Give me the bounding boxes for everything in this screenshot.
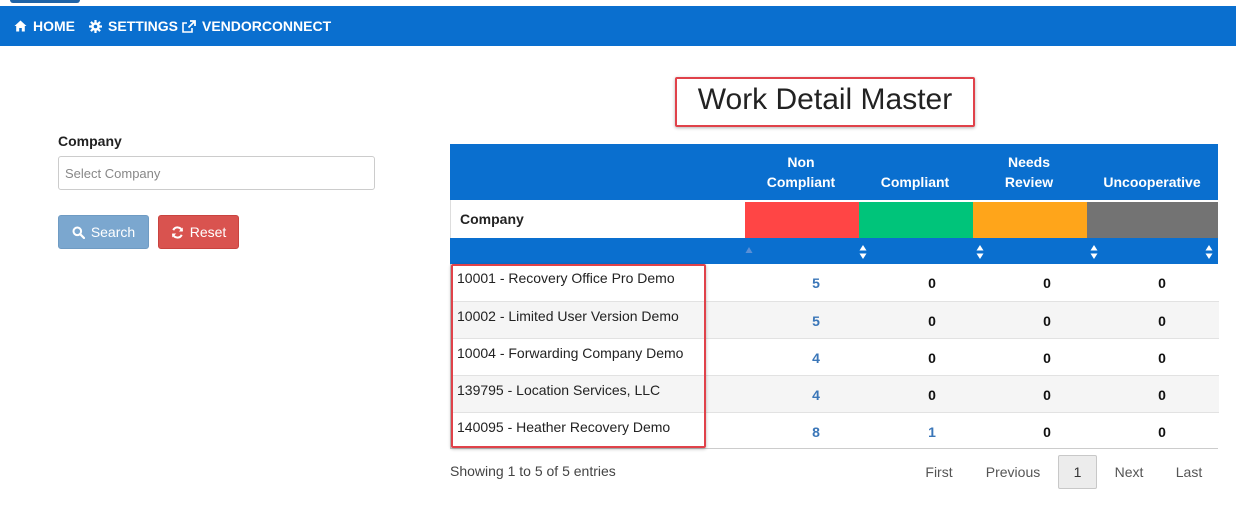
non-compliant-count-link[interactable]: 8 (776, 413, 856, 450)
search-icon (72, 226, 85, 239)
company-select-input[interactable] (58, 156, 375, 190)
compliant-count: 0 (928, 312, 936, 329)
non-compliant-count-link[interactable]: 5 (776, 264, 856, 301)
nav-home-label: HOME (33, 18, 75, 34)
needs-review-count: 0 (1043, 274, 1051, 291)
pagination-last[interactable]: Last (1167, 455, 1211, 489)
table-header: Non Compliant Compliant Needs Review Uncoo… (450, 144, 1218, 200)
col-header-compliant[interactable]: Compliant (858, 144, 972, 200)
compliant-count: 0 (928, 349, 936, 366)
uncooperative-swatch (1087, 202, 1218, 238)
pagination-next[interactable]: Next (1106, 455, 1152, 489)
needs-review-count: 0 (1043, 312, 1051, 329)
sort-asc-icon[interactable] (745, 242, 753, 258)
col-header-non-compliant[interactable]: Non Compliant (744, 144, 858, 200)
uncooperative-count: 0 (1158, 349, 1166, 366)
compliant-header-label: Compliant (880, 174, 950, 190)
status-color-row: Company (450, 200, 1218, 238)
needs-review-line1: Needs (1007, 154, 1051, 170)
external-link-icon (182, 19, 196, 33)
needs-review-count: 0 (1043, 423, 1051, 440)
company-column-header[interactable]: Company (460, 200, 524, 238)
nav-settings[interactable]: SETTINGS (89, 6, 178, 46)
non-compliant-line2: Compliant (766, 174, 836, 190)
home-icon (14, 20, 27, 32)
title-highlight-box (675, 77, 975, 127)
uncooperative-count: 0 (1158, 274, 1166, 291)
needs-review-swatch (973, 202, 1087, 238)
reset-button[interactable]: Reset (158, 215, 239, 249)
pagination-current-page[interactable]: 1 (1058, 455, 1097, 489)
compliant-count: 0 (928, 386, 936, 403)
col-header-uncooperative[interactable]: Uncooperative (1086, 144, 1218, 200)
table-info-text: Showing 1 to 5 of 5 entries (450, 463, 616, 479)
non-compliant-line1: Non (787, 154, 815, 170)
compliant-count-link[interactable]: 1 (892, 413, 972, 450)
nav-vendorconnect-label: VENDORCONNECT (202, 18, 332, 34)
top-tab-marker (10, 0, 80, 3)
search-button-label: Search (90, 224, 136, 240)
pagination-previous[interactable]: Previous (978, 455, 1048, 489)
compliant-count: 0 (928, 274, 936, 291)
pagination-first[interactable]: First (915, 455, 963, 489)
uncooperative-header-label: Uncooperative (1103, 174, 1201, 190)
gear-icon (89, 19, 102, 33)
sort-both-icon[interactable] (859, 244, 867, 260)
non-compliant-swatch (745, 202, 859, 238)
reset-button-label: Reset (189, 224, 227, 240)
sort-both-icon[interactable] (1090, 244, 1098, 260)
needs-review-line2: Review (1004, 174, 1054, 190)
top-nav-bar: HOME SETTINGS VENDORCONNECT (0, 6, 1236, 46)
nav-home[interactable]: HOME (14, 6, 75, 46)
uncooperative-count: 0 (1158, 423, 1166, 440)
uncooperative-count: 0 (1158, 312, 1166, 329)
needs-review-count: 0 (1043, 349, 1051, 366)
sort-both-icon[interactable] (1205, 244, 1213, 260)
company-filter-label: Company (58, 133, 122, 149)
sort-row (450, 238, 1218, 264)
company-names-highlight-box (451, 264, 706, 448)
needs-review-count: 0 (1043, 386, 1051, 403)
nav-vendorconnect[interactable]: VENDORCONNECT (182, 6, 331, 46)
refresh-icon (171, 225, 183, 239)
sort-both-icon[interactable] (976, 244, 984, 260)
non-compliant-count-link[interactable]: 4 (776, 376, 856, 413)
compliant-swatch (859, 202, 973, 238)
uncooperative-count: 0 (1158, 386, 1166, 403)
col-header-needs-review[interactable]: Needs Review (972, 144, 1086, 200)
search-button[interactable]: Search (58, 215, 149, 249)
non-compliant-count-link[interactable]: 5 (776, 302, 856, 339)
nav-settings-label: SETTINGS (108, 18, 179, 34)
non-compliant-count-link[interactable]: 4 (776, 339, 856, 376)
